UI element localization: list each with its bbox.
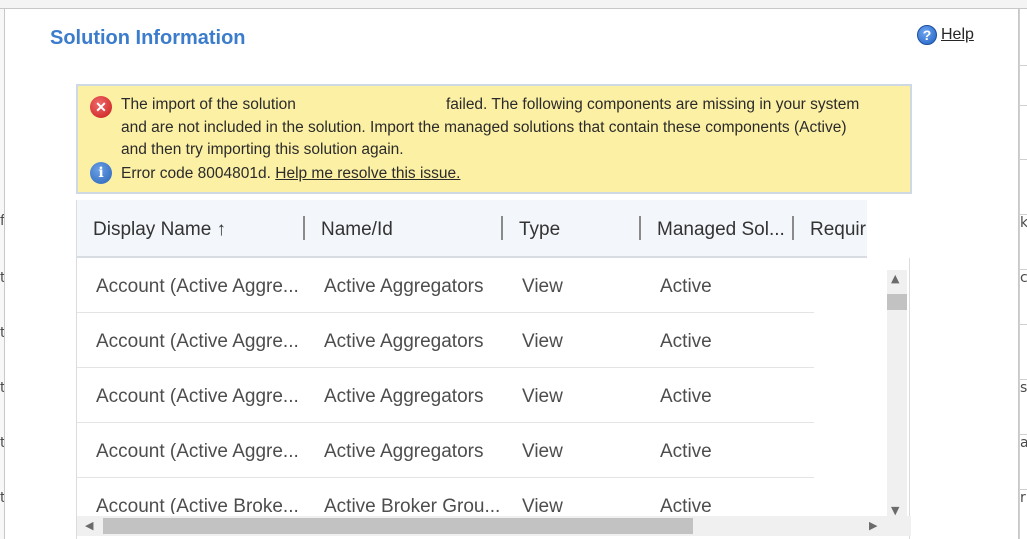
cell-display-name: Account (Active Broke...	[96, 496, 299, 514]
cell-type: View	[522, 386, 563, 407]
vertical-scrollbar[interactable]: ▲ ▼	[887, 270, 907, 520]
cell-type: View	[522, 331, 563, 352]
grid-body: Account (Active Aggre... Active Aggregat…	[77, 258, 887, 514]
cell-display-name: Account (Active Aggre...	[96, 386, 299, 407]
scroll-left-arrow-icon[interactable]: ◀	[85, 519, 93, 532]
info-icon: i	[90, 162, 112, 184]
column-header-type[interactable]: Type	[519, 219, 560, 241]
column-separator[interactable]	[792, 216, 794, 240]
bg-glyph: k	[1020, 215, 1027, 231]
table-row[interactable]: Account (Active Aggre... Active Aggregat…	[77, 423, 814, 478]
table-row[interactable]: Account (Active Aggre... Active Aggregat…	[77, 368, 814, 423]
bg-rule	[1020, 324, 1027, 325]
error-message-line-1-suffix: failed. The following components are mis…	[446, 96, 860, 113]
help-button[interactable]: ? Help	[917, 25, 974, 45]
solution-information-dialog: Solution Information ? Help ✕ The import…	[4, 9, 1019, 539]
bg-glyph: r	[1020, 490, 1026, 506]
help-label: Help	[941, 26, 974, 43]
error-icon: ✕	[90, 96, 112, 118]
scroll-up-arrow-icon[interactable]: ▲	[891, 272, 899, 285]
scroll-right-arrow-icon[interactable]: ▶	[869, 519, 877, 532]
column-header-managed-solution[interactable]: Managed Sol...	[657, 219, 785, 241]
column-separator[interactable]	[303, 216, 305, 240]
background-window-top	[0, 0, 1027, 9]
column-separator[interactable]	[501, 216, 503, 240]
table-row[interactable]: Account (Active Broke... Active Broker G…	[77, 478, 814, 514]
grid-header: Display Name ↑ Name/Id Type Managed Sol.…	[77, 200, 911, 258]
horizontal-scrollbar[interactable]: ◀ ▶	[77, 516, 887, 536]
bg-rule	[1020, 159, 1027, 160]
column-header-name-id[interactable]: Name/Id	[321, 219, 393, 241]
cell-name-id: Active Aggregators	[324, 331, 484, 352]
bg-rule	[1020, 105, 1027, 106]
cell-type: View	[522, 441, 563, 462]
help-icon: ?	[917, 25, 937, 45]
resolve-issue-link[interactable]: Help me resolve this issue.	[275, 165, 460, 182]
bg-glyph: c	[1020, 270, 1027, 286]
cell-managed-solution: Active	[660, 331, 712, 352]
cell-managed-solution: Active	[660, 276, 712, 297]
column-header-required[interactable]: Requir	[810, 219, 867, 241]
error-message-line-1-prefix: The import of the solution	[121, 96, 296, 113]
cell-type: View	[522, 496, 563, 514]
cell-name-id: Active Broker Grou...	[324, 496, 501, 514]
page-title: Solution Information	[50, 27, 246, 49]
table-row[interactable]: Account (Active Aggre... Active Aggregat…	[77, 313, 814, 368]
cell-name-id: Active Aggregators	[324, 441, 484, 462]
cell-display-name: Account (Active Aggre...	[96, 276, 299, 297]
cell-managed-solution: Active	[660, 441, 712, 462]
error-message-line-3: and then try importing this solution aga…	[121, 141, 404, 158]
scrollbar-corner	[887, 516, 911, 536]
error-code-line: Error code 8004801d. Help me resolve thi…	[121, 165, 460, 183]
table-row[interactable]: Account (Active Aggre... Active Aggregat…	[77, 258, 814, 313]
column-header-display-name[interactable]: Display Name ↑	[93, 219, 226, 241]
cell-display-name: Account (Active Aggre...	[96, 441, 299, 462]
error-code: Error code 8004801d.	[121, 165, 271, 182]
cell-managed-solution: Active	[660, 386, 712, 407]
vertical-scroll-thumb[interactable]	[887, 294, 907, 310]
bg-glyph: s	[1020, 380, 1027, 396]
error-message-line-2: and are not included in the solution. Im…	[121, 119, 847, 136]
background-right-edge: k c s a r	[1019, 9, 1027, 539]
cell-name-id: Active Aggregators	[324, 276, 484, 297]
cell-type: View	[522, 276, 563, 297]
cell-managed-solution: Active	[660, 496, 712, 514]
bg-rule	[1020, 65, 1027, 66]
bg-glyph: a	[1020, 435, 1027, 451]
cell-name-id: Active Aggregators	[324, 386, 484, 407]
column-separator[interactable]	[639, 216, 641, 240]
missing-components-grid: Display Name ↑ Name/Id Type Managed Sol.…	[76, 200, 911, 539]
horizontal-scroll-thumb[interactable]	[103, 518, 693, 534]
cell-display-name: Account (Active Aggre...	[96, 331, 299, 352]
error-banner: ✕ The import of the solution failed. The…	[76, 84, 912, 194]
header-overflow-area	[867, 200, 911, 258]
